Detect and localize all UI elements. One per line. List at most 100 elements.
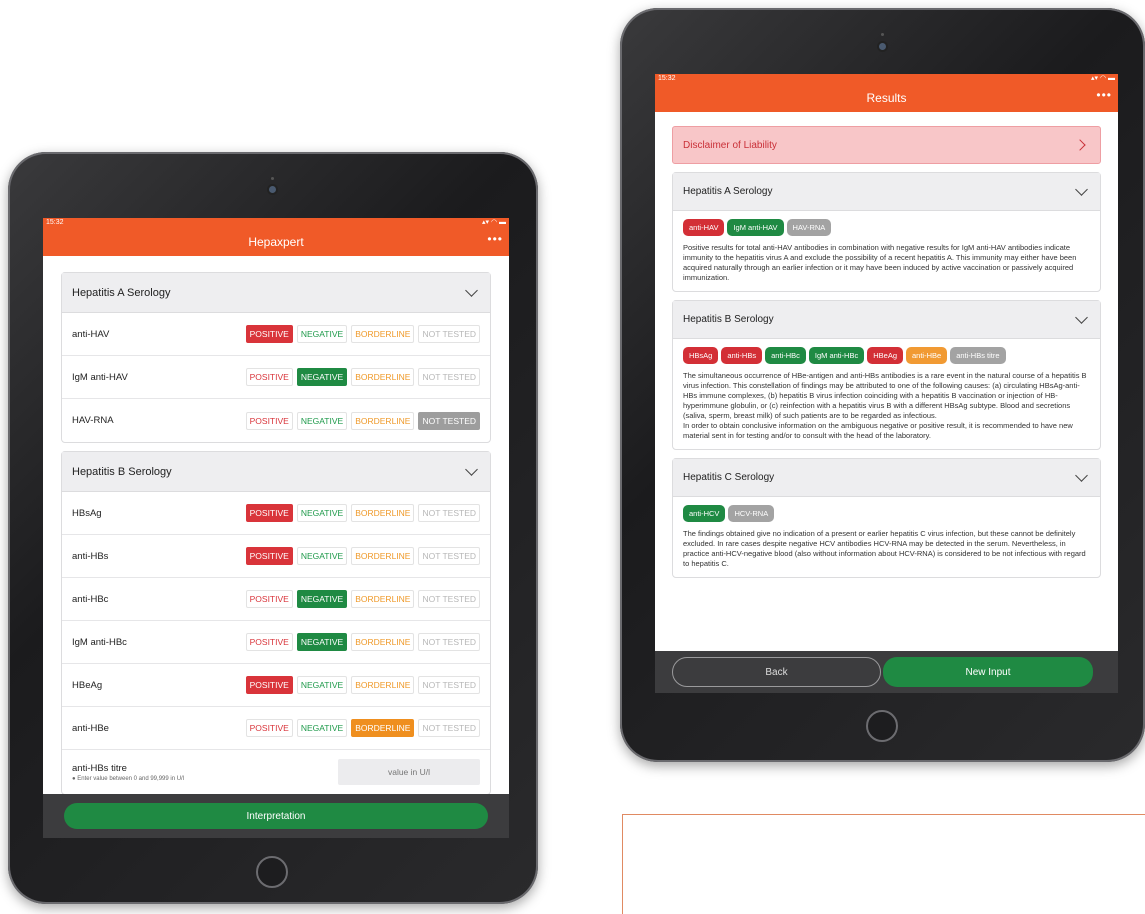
option-negative[interactable]: NEGATIVE — [296, 676, 348, 694]
chevron-right-icon — [1074, 139, 1086, 151]
app-header: Results ••• — [655, 84, 1118, 112]
left-screen: 15:32 ▴▾ ◠ ▬ Hepaxpert ••• Hepatitis A S… — [43, 218, 509, 838]
test-label: IgM anti-HAV — [72, 371, 128, 383]
option-borderline[interactable]: BORDERLINE — [351, 719, 415, 737]
result-title: Hepatitis A Serology — [683, 186, 773, 197]
option-negative[interactable]: NEGATIVE — [296, 547, 348, 565]
option-positive[interactable]: POSITIVE — [245, 368, 293, 386]
option-not-tested[interactable]: NOT TESTED — [418, 590, 480, 608]
option-positive[interactable]: POSITIVE — [245, 504, 293, 522]
option-negative[interactable]: NEGATIVE — [296, 590, 348, 608]
result-tag: anti-HBs titre — [950, 347, 1006, 364]
option-borderline[interactable]: BORDERLINE — [351, 547, 415, 565]
result-options: POSITIVE NEGATIVE BORDERLINE NOT TESTED — [245, 676, 480, 694]
new-input-button[interactable]: New Input — [883, 657, 1093, 687]
option-not-tested[interactable]: NOT TESTED — [418, 633, 480, 651]
option-negative[interactable]: NEGATIVE — [296, 719, 348, 737]
app-title: Hepaxpert — [248, 235, 304, 249]
option-not-tested[interactable]: NOT TESTED — [418, 719, 480, 737]
test-label: HBsAg — [72, 507, 102, 519]
result-tag: IgM anti-HBc — [808, 347, 865, 364]
titre-input[interactable] — [338, 759, 480, 785]
app-header: Hepaxpert ••• — [43, 228, 509, 256]
status-bar: 15:32 ▴▾ ◠ ▬ — [655, 74, 1118, 84]
result-options: POSITIVE NEGATIVE BORDERLINE NOT TESTED — [245, 368, 480, 386]
option-borderline[interactable]: BORDERLINE — [351, 590, 415, 608]
option-negative[interactable]: NEGATIVE — [296, 325, 348, 343]
option-not-tested[interactable]: NOT TESTED — [418, 547, 480, 565]
chevron-down-icon — [1075, 182, 1088, 196]
result-tags: HBsAg anti-HBs anti-HBc IgM anti-HBc HBeAg an… — [683, 347, 1090, 364]
result-section: Hepatitis C Serology anti-HCV HCV-RNA The f… — [672, 458, 1101, 578]
result-tag: HCV-RNA — [728, 505, 775, 522]
sensor-dot — [271, 177, 274, 180]
result-options: POSITIVE NEGATIVE BORDERLINE NOT TESTED — [245, 633, 480, 651]
back-button[interactable]: Back — [672, 657, 881, 687]
option-negative[interactable]: NEGATIVE — [296, 633, 348, 651]
option-negative[interactable]: NEGATIVE — [296, 411, 348, 430]
disclaimer-row[interactable]: Disclaimer of Liability — [672, 126, 1101, 164]
section-header[interactable]: Hepatitis A Serology — [62, 273, 490, 313]
option-positive[interactable]: POSITIVE — [245, 547, 293, 565]
serology-form: Hepatitis A Serology anti-HAV POSITIVE NEGA… — [43, 256, 509, 795]
titre-label: anti-HBs titre — [72, 762, 127, 774]
option-borderline[interactable]: BORDERLINE — [351, 676, 415, 694]
result-tag: anti-HCV — [683, 505, 726, 522]
result-header[interactable]: Hepatitis B Serology — [673, 301, 1100, 339]
interpretation-button[interactable]: Interpretation — [64, 803, 488, 829]
result-tag: anti-HBe — [906, 347, 948, 364]
option-not-tested[interactable]: NOT TESTED — [418, 411, 480, 430]
option-borderline[interactable]: BORDERLINE — [351, 368, 415, 386]
option-positive[interactable]: POSITIVE — [245, 633, 293, 651]
result-text: In order to obtain conclusive informatio… — [683, 421, 1073, 440]
result-options: POSITIVE NEGATIVE BORDERLINE NOT TESTED — [245, 325, 480, 343]
result-tag: HAV-RNA — [786, 219, 832, 236]
option-borderline[interactable]: BORDERLINE — [351, 504, 415, 522]
result-body: anti-HAV IgM anti-HAV HAV-RNA Positive resu… — [673, 211, 1100, 291]
titre-label-group: anti-HBs titre ● Enter value between 0 an… — [72, 763, 184, 782]
home-button — [866, 710, 898, 742]
section-header[interactable]: Hepatitis B Serology — [62, 452, 490, 492]
option-negative[interactable]: NEGATIVE — [296, 504, 348, 522]
option-borderline[interactable]: BORDERLINE — [351, 325, 415, 343]
chevron-down-icon — [1075, 310, 1088, 324]
option-positive[interactable]: POSITIVE — [245, 325, 293, 343]
test-row: anti-HBs POSITIVE NEGATIVE BORDERLINE NOT TE… — [62, 535, 490, 578]
option-negative[interactable]: NEGATIVE — [296, 368, 348, 386]
more-menu-icon[interactable]: ••• — [487, 232, 503, 246]
option-borderline[interactable]: BORDERLINE — [351, 633, 415, 651]
result-title: Hepatitis B Serology — [683, 314, 774, 325]
test-label: anti-HBs — [72, 550, 109, 562]
result-header[interactable]: Hepatitis C Serology — [673, 459, 1100, 497]
more-menu-icon[interactable]: ••• — [1096, 88, 1112, 102]
right-tablet-device: 15:32 ▴▾ ◠ ▬ Results ••• Disclaimer of L… — [620, 8, 1145, 762]
option-not-tested[interactable]: NOT TESTED — [418, 368, 480, 386]
titre-row: anti-HBs titre ● Enter value between 0 an… — [62, 750, 490, 794]
test-row: HBsAg POSITIVE NEGATIVE BORDERLINE NOT TESTE… — [62, 492, 490, 535]
option-borderline[interactable]: BORDERLINE — [351, 411, 415, 430]
right-screen: 15:32 ▴▾ ◠ ▬ Results ••• Disclaimer of L… — [655, 74, 1118, 693]
result-options: POSITIVE NEGATIVE BORDERLINE NOT TESTED — [245, 504, 480, 522]
titre-hint-text: Enter value between 0 and 99,999 in U/l — [77, 775, 185, 782]
result-tag: anti-HAV — [683, 219, 725, 236]
option-not-tested[interactable]: NOT TESTED — [418, 676, 480, 694]
result-options: POSITIVE NEGATIVE BORDERLINE NOT TESTED — [245, 590, 480, 608]
option-not-tested[interactable]: NOT TESTED — [418, 504, 480, 522]
option-positive[interactable]: POSITIVE — [245, 411, 293, 430]
result-title: Hepatitis C Serology — [683, 472, 775, 483]
option-positive[interactable]: POSITIVE — [245, 590, 293, 608]
option-not-tested[interactable]: NOT TESTED — [418, 325, 480, 343]
status-icons: ▴▾ ◠ ▬ — [481, 219, 506, 226]
option-positive[interactable]: POSITIVE — [245, 676, 293, 694]
status-time: 15:32 — [46, 219, 64, 226]
results-list: Hepatitis A Serology anti-HAV IgM anti-HAV… — [672, 172, 1101, 578]
result-text: The simultaneous occurrence of HBe-antig… — [683, 371, 1087, 420]
test-label: anti-HBc — [72, 593, 109, 605]
test-row: HAV-RNA POSITIVE NEGATIVE BORDERLINE NOT TES… — [62, 399, 490, 442]
option-positive[interactable]: POSITIVE — [245, 719, 293, 737]
result-section: Hepatitis A Serology anti-HAV IgM anti-HAV… — [672, 172, 1101, 292]
sensor-dot — [881, 33, 884, 36]
test-label: anti-HAV — [72, 328, 110, 340]
titre-hint: ● Enter value between 0 and 99,999 in U/… — [72, 776, 184, 782]
result-header[interactable]: Hepatitis A Serology — [673, 173, 1100, 211]
